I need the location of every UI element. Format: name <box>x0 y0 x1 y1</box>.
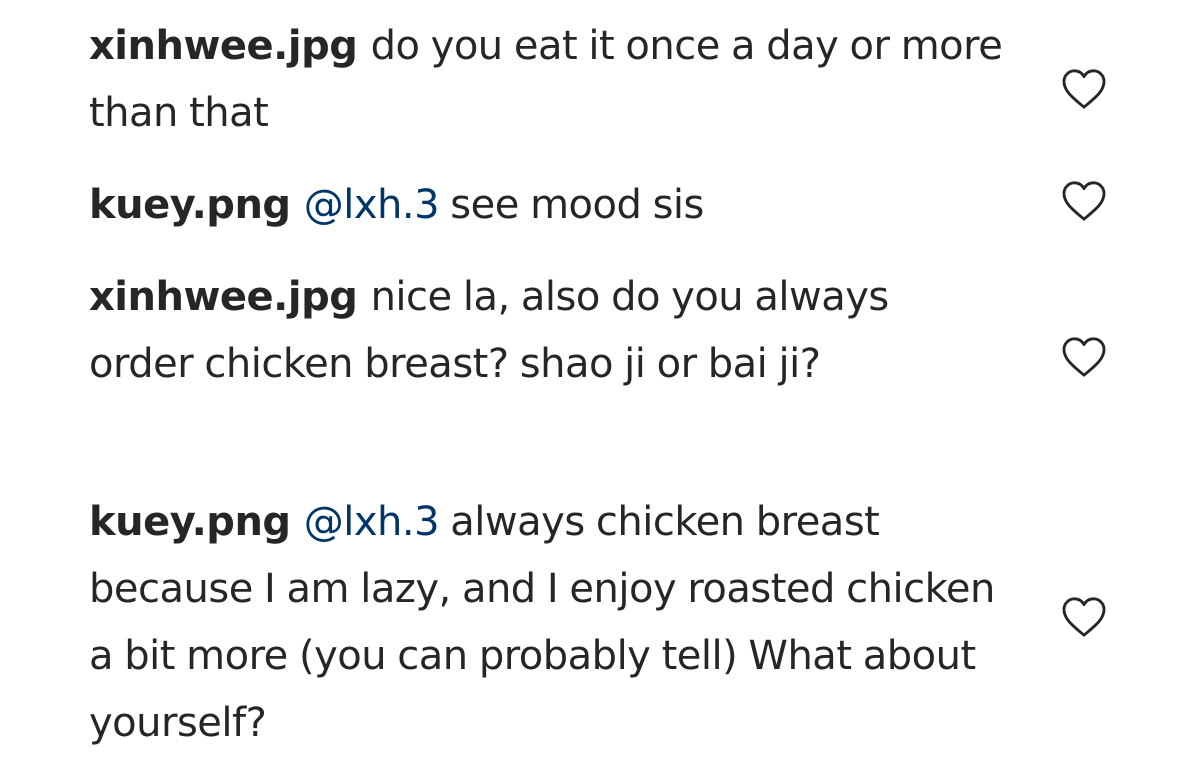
heart-outline-icon <box>1061 336 1107 382</box>
comment-text: xinhwee.jpg do you eat it once a day or … <box>89 13 1004 147</box>
comment-mention[interactable]: @lxh.3 <box>304 182 440 228</box>
comment-item: xinhwee.jpg nice la, also do you always … <box>89 264 1200 398</box>
comment-username[interactable]: kuey.png <box>89 499 291 545</box>
comment-username[interactable]: kuey.png <box>89 182 291 228</box>
comment-item: kuey.png @lxh.3 always chicken breast be… <box>89 489 1200 757</box>
heart-outline-icon <box>1061 596 1107 642</box>
like-button[interactable] <box>1059 180 1109 226</box>
comment-text: xinhwee.jpg nice la, also do you always … <box>89 264 1004 398</box>
heart-outline-icon <box>1061 180 1107 226</box>
comment-username[interactable]: xinhwee.jpg <box>89 23 358 69</box>
comment-text: kuey.png @lxh.3 see mood sis <box>89 172 1004 239</box>
like-button[interactable] <box>1059 596 1109 642</box>
heart-outline-icon <box>1061 68 1107 114</box>
comment-username[interactable]: xinhwee.jpg <box>89 274 358 320</box>
comment-item: xinhwee.jpg do you eat it once a day or … <box>89 13 1200 147</box>
comment-mention[interactable]: @lxh.3 <box>304 499 440 545</box>
comment-item: kuey.png @lxh.3 see mood sis <box>89 172 1200 239</box>
comment-text: kuey.png @lxh.3 always chicken breast be… <box>89 489 1004 757</box>
like-button[interactable] <box>1059 336 1109 382</box>
comment-body: see mood sis <box>450 182 704 228</box>
like-button[interactable] <box>1059 68 1109 114</box>
